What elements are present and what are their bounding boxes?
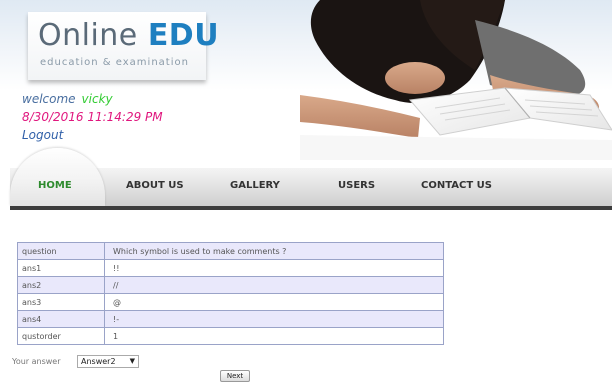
row-label-ans4: ans4 bbox=[17, 310, 105, 328]
row-label-ans3: ans3 bbox=[17, 293, 105, 311]
username: vicky bbox=[81, 92, 113, 106]
answer-1-text: !! bbox=[104, 259, 444, 277]
header-photo bbox=[300, 0, 612, 160]
nav-item-contact-us[interactable]: CONTACT US bbox=[421, 180, 492, 191]
answer-2-text: // bbox=[104, 276, 444, 294]
nav-item-about-us[interactable]: ABOUT US bbox=[126, 180, 184, 191]
student-reading-illustration bbox=[300, 0, 612, 160]
welcome-message: welcome vicky bbox=[22, 92, 113, 106]
answer-4-text: !- bbox=[104, 310, 444, 328]
question-text: Which symbol is used to make comments ? bbox=[104, 242, 444, 260]
row-label-ans2: ans2 bbox=[17, 276, 105, 294]
answer-select-value: Answer2 bbox=[81, 357, 116, 366]
question-table: question Which symbol is used to make co… bbox=[17, 242, 444, 345]
site-header: Online EDU education & examination welco… bbox=[0, 0, 612, 165]
next-button[interactable]: Next bbox=[220, 370, 250, 382]
row-label-question: question bbox=[17, 242, 105, 260]
table-row: ans2 // bbox=[17, 276, 444, 294]
table-row: ans3 @ bbox=[17, 293, 444, 311]
dropdown-arrow-icon: ▼ bbox=[129, 357, 135, 365]
question-order-value: 1 bbox=[104, 327, 444, 345]
table-row: ans4 !- bbox=[17, 310, 444, 328]
answer-select[interactable]: Answer2 ▼ bbox=[77, 355, 139, 368]
site-logo[interactable]: Online EDU education & examination bbox=[28, 12, 219, 80]
table-row: question Which symbol is used to make co… bbox=[17, 242, 444, 260]
nav-item-gallery[interactable]: GALLERY bbox=[230, 180, 280, 191]
current-datetime: 8/30/2016 11:14:29 PM bbox=[22, 110, 163, 124]
row-label-qustorder: qustorder bbox=[17, 327, 105, 345]
logo-tagline: education & examination bbox=[40, 57, 189, 68]
your-answer-label: Your answer bbox=[12, 357, 61, 366]
logo-title: Online EDU bbox=[38, 18, 219, 54]
table-row: ans1 !! bbox=[17, 259, 444, 277]
answer-3-text: @ bbox=[104, 293, 444, 311]
table-row: qustorder 1 bbox=[17, 327, 444, 345]
row-label-ans1: ans1 bbox=[17, 259, 105, 277]
main-navigation: HOME ABOUT US GALLERY USERS CONTACT US bbox=[10, 148, 612, 210]
welcome-label: welcome bbox=[22, 92, 76, 106]
logo-main-text: Online bbox=[38, 18, 148, 53]
nav-item-home[interactable]: HOME bbox=[38, 180, 72, 191]
logout-link[interactable]: Logout bbox=[22, 128, 63, 142]
logo-accent-text: EDU bbox=[147, 18, 220, 53]
nav-item-users[interactable]: USERS bbox=[338, 180, 375, 191]
